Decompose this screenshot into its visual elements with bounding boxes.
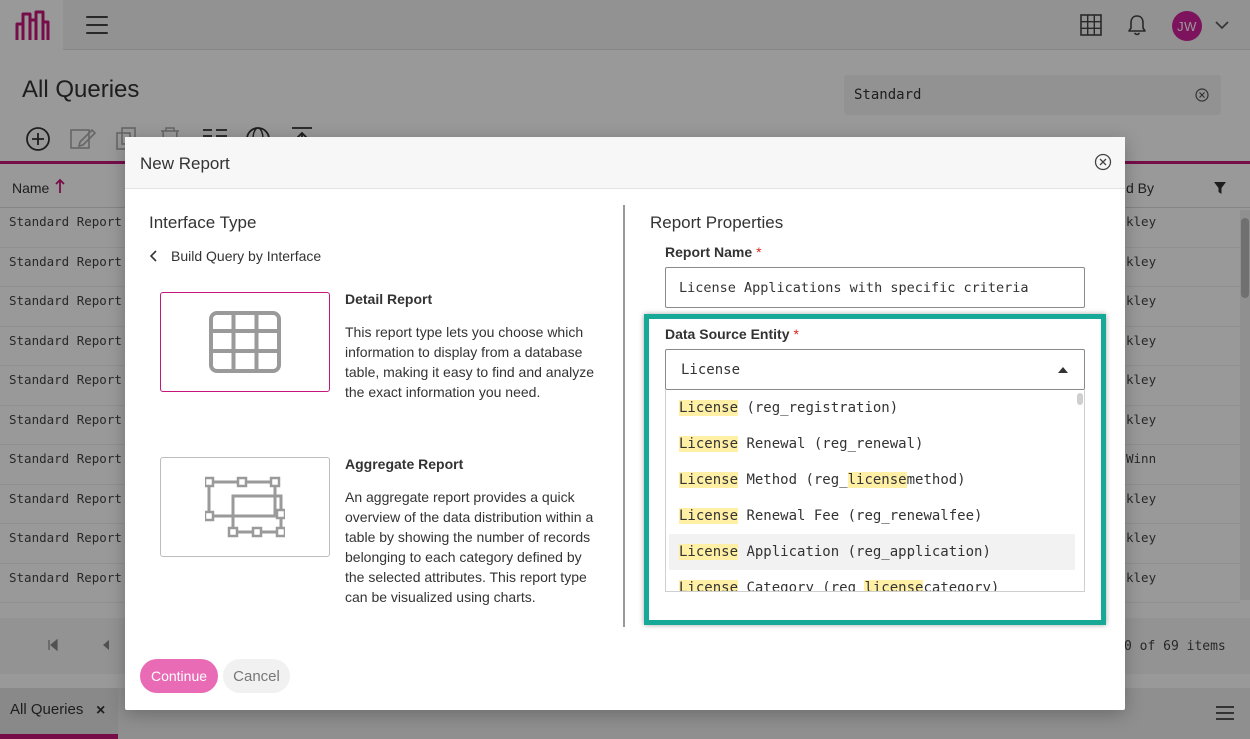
option-text: Renewal (reg_renewal) bbox=[738, 436, 924, 452]
detail-report-description: This report type lets you choose which i… bbox=[345, 324, 595, 400]
match-highlight: License bbox=[679, 472, 739, 488]
report-name-value: License Applications with specific crite… bbox=[679, 280, 1029, 296]
report-name-label-text: Report Name bbox=[665, 244, 753, 260]
required-mark: * bbox=[793, 326, 799, 342]
dropdown-option-hovered[interactable]: License Application (reg_application) bbox=[669, 534, 1075, 570]
build-query-back-link[interactable]: Build Query by Interface bbox=[149, 248, 321, 264]
report-name-field[interactable]: License Applications with specific crite… bbox=[665, 267, 1085, 308]
entity-value: License bbox=[681, 362, 741, 378]
close-icon[interactable] bbox=[1094, 153, 1112, 171]
match-highlight: License bbox=[679, 400, 739, 416]
entity-label-text: Data Source Entity bbox=[665, 326, 790, 342]
dropdown-scrollbar-thumb[interactable] bbox=[1077, 393, 1083, 405]
aggregate-report-description: An aggregate report provides a quick ove… bbox=[345, 489, 594, 605]
aggregate-report-title: Aggregate Report bbox=[345, 456, 464, 472]
interface-type-title: Interface Type bbox=[149, 213, 257, 232]
required-mark: * bbox=[756, 244, 762, 260]
match-highlight: license bbox=[847, 472, 907, 488]
match-highlight: License bbox=[679, 436, 739, 452]
option-text: category) bbox=[923, 580, 1000, 592]
detail-report-title: Detail Report bbox=[345, 291, 433, 307]
dialog-header: New Report bbox=[125, 137, 1125, 189]
table-icon bbox=[209, 311, 281, 373]
option-text: Category (reg_ bbox=[738, 580, 865, 592]
selection-frame-icon bbox=[205, 476, 285, 538]
dropdown-scrollbar[interactable] bbox=[1075, 390, 1084, 591]
continue-button[interactable]: Continue bbox=[140, 659, 218, 693]
back-link-label: Build Query by Interface bbox=[171, 248, 322, 264]
option-text: Application (reg_application) bbox=[738, 544, 991, 560]
dropdown-option[interactable]: License Renewal (reg_renewal) bbox=[669, 426, 1075, 462]
option-text: method) bbox=[906, 472, 966, 488]
cancel-button[interactable]: Cancel bbox=[223, 659, 290, 693]
aggregate-report-card[interactable] bbox=[160, 457, 330, 557]
dropdown-option[interactable]: License (reg_registration) bbox=[669, 390, 1075, 426]
match-highlight: License bbox=[679, 508, 739, 524]
report-name-label: Report Name * bbox=[665, 244, 762, 260]
report-properties-title: Report Properties bbox=[650, 213, 784, 232]
data-source-entity-label: Data Source Entity * bbox=[665, 326, 799, 342]
detail-report-card[interactable] bbox=[160, 292, 330, 392]
caret-up-icon[interactable] bbox=[1057, 366, 1069, 374]
dropdown-option[interactable]: License Category (reg_licensecategory) bbox=[669, 570, 1075, 592]
option-text: Method (reg_ bbox=[738, 472, 848, 488]
new-report-dialog: New Report Interface Type Build Query by… bbox=[125, 137, 1125, 710]
match-highlight: License bbox=[679, 580, 739, 591]
option-text: Renewal Fee (reg_renewalfee) bbox=[738, 508, 983, 524]
data-source-entity-combobox[interactable]: License bbox=[665, 349, 1085, 390]
match-highlight: license bbox=[864, 580, 924, 591]
chevron-left-icon bbox=[149, 250, 157, 262]
column-divider bbox=[623, 205, 625, 627]
dropdown-option[interactable]: License Method (reg_licensemethod) bbox=[669, 462, 1075, 498]
dropdown-option[interactable]: License Renewal Fee (reg_renewalfee) bbox=[669, 498, 1075, 534]
dialog-title: New Report bbox=[140, 154, 230, 173]
option-text: (reg_registration) bbox=[738, 400, 899, 416]
entity-dropdown-list: License (reg_registration) License Renew… bbox=[665, 390, 1085, 592]
match-highlight: License bbox=[679, 544, 739, 560]
